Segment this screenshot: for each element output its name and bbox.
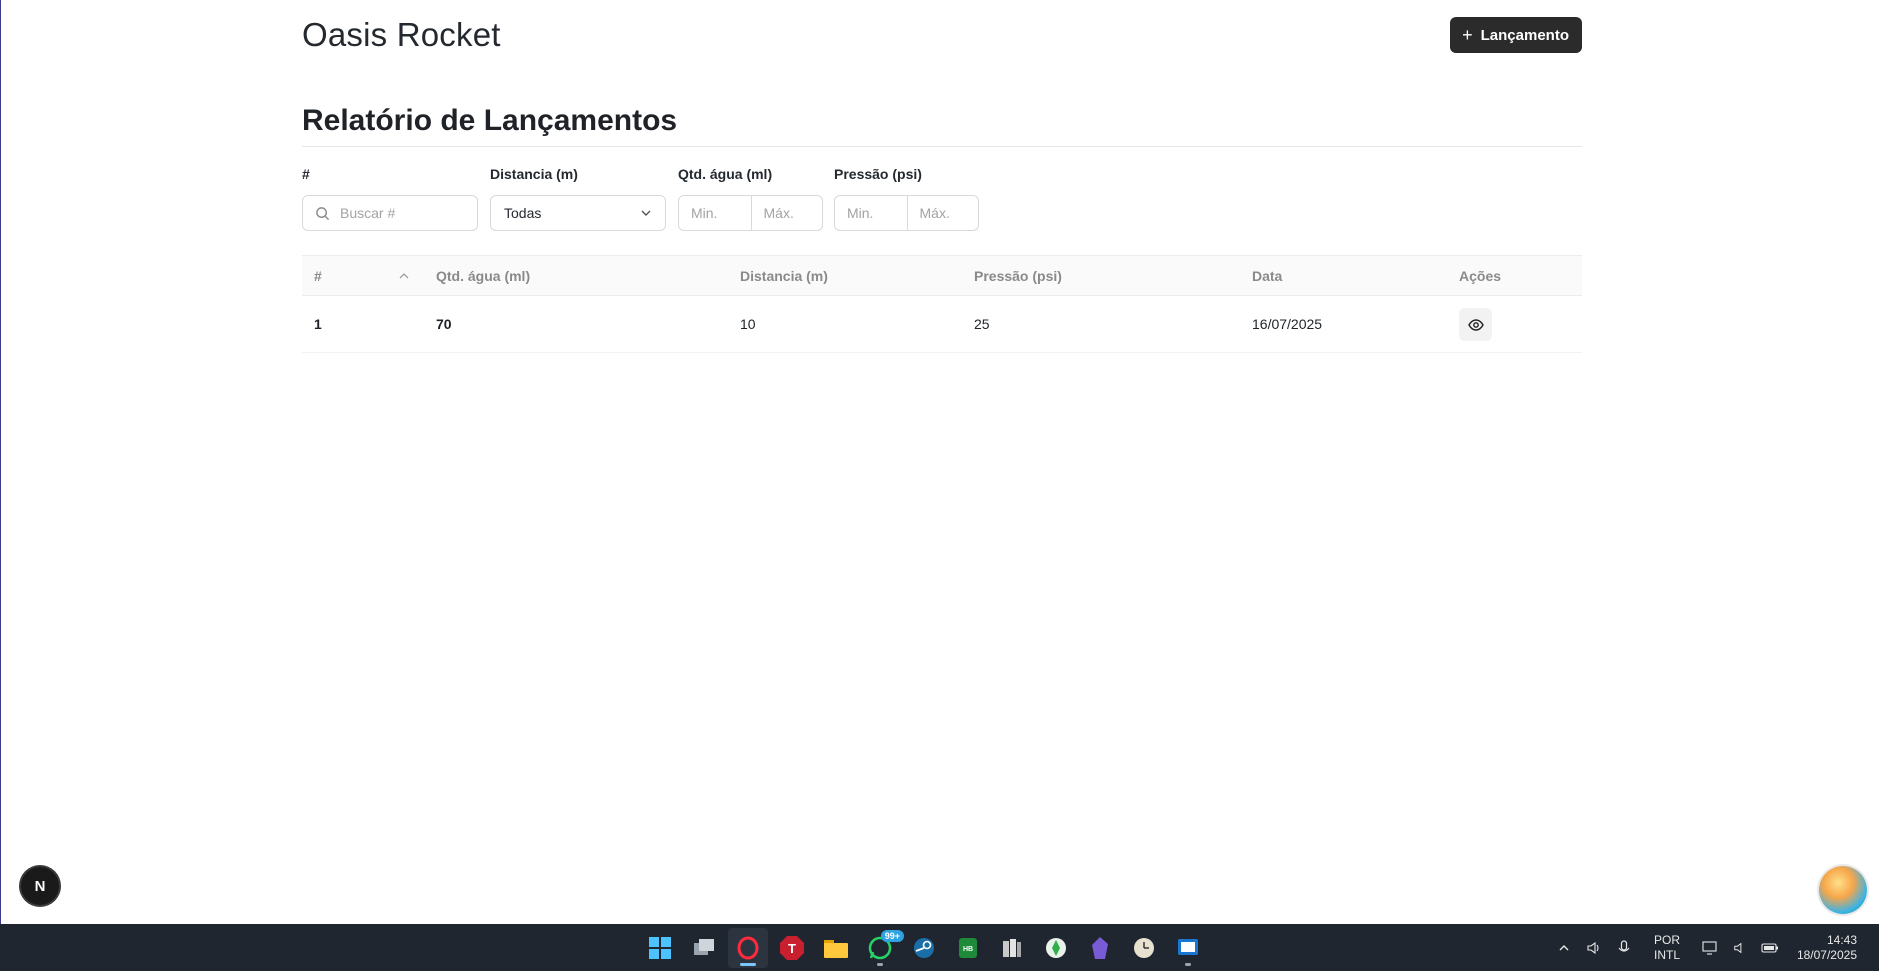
clock-time: 14:43 [1826,932,1857,947]
column-header-distance[interactable]: Distancia (m) [740,268,828,284]
column-header-actions: Ações [1459,268,1502,284]
pressure-min-input[interactable] [847,205,903,221]
pressure-range [834,195,979,231]
new-launch-label: Lançamento [1480,26,1569,44]
filter-water-label: Qtd. água (ml) [678,166,773,182]
top-bar: Oasis Rocket + Lançamento [302,0,1582,80]
filter-id: # [302,166,478,231]
view-details-button[interactable] [1459,308,1492,341]
search-icon [316,206,330,220]
table-header: # Qtd. água (ml) Distancia (m) Pressão (… [302,255,1582,296]
taskbar: T 99+ HB POR INTL 14:43 18/07/2025 [0,924,1879,971]
cell-date: 16/07/2025 [1252,316,1323,332]
app-title: Oasis Rocket [302,16,501,53]
sort-ascending-icon[interactable] [398,270,410,282]
speaker-icon[interactable] [1725,941,1755,955]
cell-id: 1 [314,316,322,332]
water-range [678,195,823,231]
filter-pressure-label: Pressão (psi) [834,166,922,182]
network-icon[interactable] [1695,940,1725,955]
steam-icon[interactable] [904,928,944,968]
whatsapp-icon[interactable]: 99+ [860,928,904,968]
svg-text:T: T [788,941,796,956]
distance-select-value: Todas [504,205,542,221]
divider [302,146,1582,147]
cell-water: 70 [436,316,452,332]
system-tray: POR INTL 14:43 18/07/2025 [1549,924,1879,971]
dev-tools-badge-letter: N [34,877,46,895]
cell-pressure: 25 [974,316,990,332]
table-row: 1 70 10 25 16/07/2025 [302,296,1582,353]
archive-app-icon[interactable] [992,928,1032,968]
volume-icon[interactable] [1579,940,1609,956]
whatsapp-badge: 99+ [880,929,904,942]
filter-distance-label: Distancia (m) [490,166,578,182]
task-view-icon[interactable] [684,928,724,968]
language-indicator[interactable]: POR INTL [1647,933,1687,963]
page-title: Relatório de Lançamentos [302,104,678,137]
cell-distance: 10 [740,316,756,332]
battery-icon[interactable] [1755,942,1785,954]
assistant-avatar[interactable] [1819,866,1867,914]
filter-pressure: Pressão (psi) [834,166,979,231]
t-app-icon[interactable]: T [772,928,812,968]
search-input[interactable] [340,205,470,221]
start-icon[interactable] [640,928,680,968]
language-bottom: INTL [1653,947,1680,962]
microphone-icon[interactable] [1609,939,1639,956]
eye-icon [1467,318,1484,331]
sims-icon[interactable] [1036,928,1076,968]
new-launch-button[interactable]: + Lançamento [1450,17,1582,53]
chevron-down-icon [641,210,651,216]
clock[interactable]: 14:43 18/07/2025 [1785,933,1857,963]
launches-table: # Qtd. água (ml) Distancia (m) Pressão (… [302,255,1582,353]
opera-browser-icon[interactable] [728,927,768,968]
pressure-max-input[interactable] [919,205,976,221]
filter-water: Qtd. água (ml) [678,166,823,231]
taskbar-apps: T 99+ HB [640,924,1208,971]
hebuvi-icon[interactable]: HB [948,928,988,968]
column-header-water[interactable]: Qtd. água (ml) [436,268,530,284]
filters-bar: # Distancia (m) Todas [302,166,1582,236]
obsidian-icon[interactable] [1080,928,1120,968]
search-field[interactable] [302,195,478,231]
column-header-id[interactable]: # [314,268,322,284]
water-min-input[interactable] [691,205,747,221]
column-header-pressure[interactable]: Pressão (psi) [974,268,1062,284]
clock-date: 18/07/2025 [1796,947,1857,962]
remote-desktop-icon[interactable] [1168,928,1208,968]
show-hidden-icons-icon[interactable] [1549,942,1579,954]
clock-app-icon[interactable] [1124,928,1164,968]
column-header-date[interactable]: Data [1252,268,1282,284]
filter-id-label: # [302,166,310,182]
file-explorer-icon[interactable] [816,928,856,968]
plus-icon: + [1462,25,1473,45]
filter-distance: Distancia (m) Todas [490,166,666,231]
distance-select[interactable]: Todas [490,195,666,231]
main-container: Oasis Rocket + Lançamento Relatório de L… [302,0,1582,353]
water-max-input[interactable] [763,205,820,221]
app-window: Oasis Rocket + Lançamento Relatório de L… [0,0,1879,924]
svg-text:HB: HB [963,946,973,953]
language-top: POR [1653,932,1680,947]
dev-tools-badge[interactable]: N [21,867,59,905]
